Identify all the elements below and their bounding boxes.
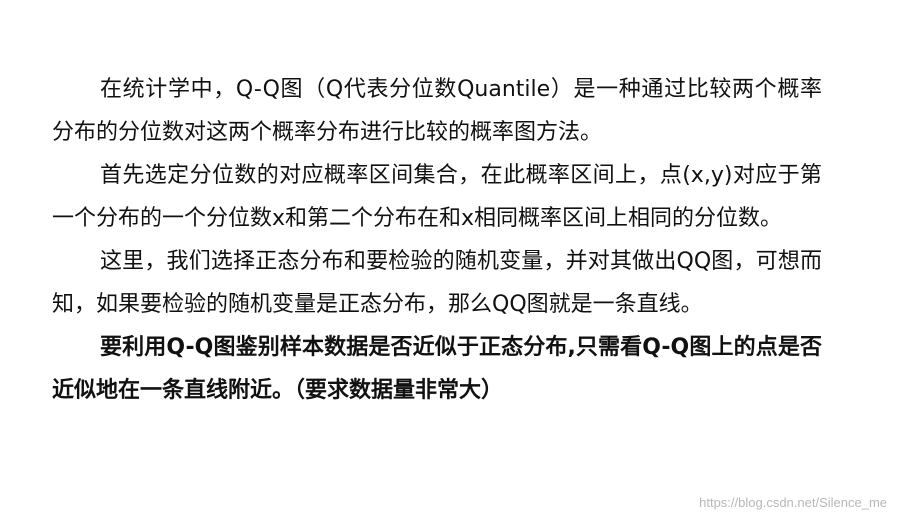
watermark: https://blog.csdn.net/Silence_me xyxy=(699,495,887,510)
paragraph-normal-comparison: 这里，我们选择正态分布和要检验的随机变量，并对其做出QQ图，可想而知，如果要检验… xyxy=(52,249,822,317)
paragraph-quantile-method: 首先选定分位数的对应概率区间集合，在此概率区间上，点(x,y)对应于第一个分布的… xyxy=(52,163,822,231)
slide-body: 在统计学中，Q-Q图（Q代表分位数Quantile）是一种通过比较两个概率分布的… xyxy=(52,68,822,412)
paragraph-qq-definition: 在统计学中，Q-Q图（Q代表分位数Quantile）是一种通过比较两个概率分布的… xyxy=(52,77,822,145)
slide: 在统计学中，Q-Q图（Q代表分位数Quantile）是一种通过比较两个概率分布的… xyxy=(0,0,899,518)
paragraph-key-conclusion: 要利用Q-Q图鉴别样本数据是否近似于正态分布,只需看Q-Q图上的点是否近似地在一… xyxy=(52,335,822,403)
